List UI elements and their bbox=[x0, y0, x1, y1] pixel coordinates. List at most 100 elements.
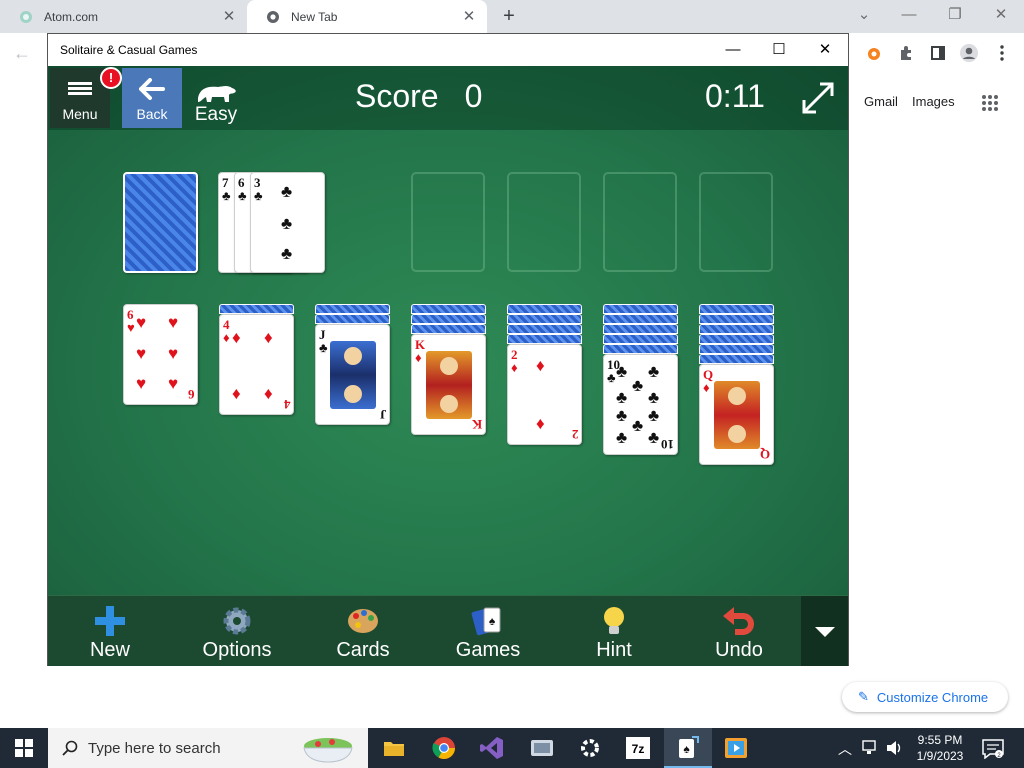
app-close-icon[interactable]: ✕ bbox=[810, 38, 840, 62]
taskbar-search-box[interactable]: Type here to search bbox=[48, 728, 368, 768]
pencil-icon: ✎ bbox=[858, 689, 869, 704]
stock-pile[interactable] bbox=[123, 172, 198, 273]
tableau-card[interactable]: 6 ♥ 6 ♥ ♥ ♥ ♥ ♥ ♥ bbox=[123, 304, 198, 405]
score-label: Score bbox=[355, 78, 439, 114]
tableau-card[interactable]: Q ♦ Q bbox=[699, 364, 774, 465]
card-suit-icon: ♣ bbox=[319, 340, 328, 355]
tray-chevron-up-icon[interactable]: ︿ bbox=[838, 739, 852, 759]
foundation-slot[interactable] bbox=[603, 172, 677, 272]
file-explorer-icon[interactable] bbox=[370, 728, 418, 768]
svg-text:♠: ♠ bbox=[683, 742, 690, 756]
card-suit-icon: ♦ bbox=[415, 350, 422, 365]
extensions-puzzle-icon[interactable] bbox=[895, 42, 917, 64]
facedown-card bbox=[603, 344, 678, 354]
salad-bowl-icon bbox=[303, 738, 353, 763]
network-icon[interactable] bbox=[862, 740, 880, 756]
suit-pip-icon: ♣ bbox=[616, 388, 628, 407]
side-panel-icon[interactable] bbox=[927, 42, 949, 64]
extension-fox-icon[interactable] bbox=[863, 42, 885, 64]
score-value: 0 bbox=[464, 78, 483, 114]
tableau-card[interactable]: 10 ♣ 10 ♣ ♣ ♣ ♣ ♣ ♣ ♣ ♣ ♣ ♣ bbox=[603, 354, 678, 455]
tableau-card[interactable]: 2 ♦ 2 ♦ ♦ bbox=[507, 344, 582, 445]
difficulty-indicator: Easy bbox=[192, 72, 240, 126]
facedown-card bbox=[411, 304, 486, 314]
suit-pip-icon: ♣ bbox=[648, 406, 660, 425]
media-player-icon[interactable] bbox=[712, 728, 760, 768]
card-corner-rank: K bbox=[471, 417, 482, 432]
facedown-card bbox=[411, 314, 486, 324]
clock-time: 9:55 PM bbox=[917, 733, 963, 747]
undo-button[interactable]: Undo bbox=[694, 602, 784, 664]
polar-bear-icon bbox=[198, 86, 236, 102]
browser-back-arrow-icon[interactable]: ← bbox=[10, 41, 34, 65]
gmail-link[interactable]: Gmail bbox=[864, 94, 898, 109]
club-icon: ♣ bbox=[281, 214, 293, 233]
chrome-menu-kebab-icon[interactable] bbox=[991, 42, 1013, 64]
notification-center-icon[interactable]: 2 bbox=[982, 739, 1004, 759]
facedown-card bbox=[411, 324, 486, 334]
app-maximize-icon[interactable]: ☐ bbox=[764, 38, 794, 62]
cards-button[interactable]: Cards bbox=[318, 602, 408, 664]
tableau-card[interactable]: 4 ♦ 4 ♦ ♦ ♦ ♦ bbox=[219, 314, 294, 415]
tab-search-chevron-icon[interactable]: ⌄ bbox=[852, 4, 876, 28]
facedown-card bbox=[219, 304, 294, 314]
games-label: Games bbox=[455, 639, 521, 661]
customize-chrome-button[interactable]: ✎ Customize Chrome bbox=[842, 682, 1008, 712]
games-button[interactable]: ♠ Games bbox=[443, 602, 533, 664]
facedown-card bbox=[699, 354, 774, 364]
7zip-icon[interactable]: 7z bbox=[614, 728, 662, 768]
undo-label: Undo bbox=[715, 639, 763, 661]
images-link[interactable]: Images bbox=[912, 94, 955, 109]
facedown-card bbox=[507, 334, 582, 344]
taskbar-clock[interactable]: 9:55 PM 1/9/2023 bbox=[910, 732, 970, 764]
fullscreen-expand-icon[interactable] bbox=[800, 80, 836, 116]
suit-pip-icon: ♣ bbox=[616, 406, 628, 425]
tab-atom[interactable]: Atom.com ✕ bbox=[0, 0, 247, 33]
solitaire-taskbar-icon[interactable]: ♠ bbox=[664, 728, 712, 768]
tableau-card[interactable]: K ♦ K bbox=[411, 334, 486, 435]
foundation-slot[interactable] bbox=[411, 172, 485, 272]
customize-chrome-label: Customize Chrome bbox=[876, 689, 989, 705]
facedown-card bbox=[315, 314, 390, 324]
chevron-down-icon bbox=[814, 626, 835, 637]
face-card-portrait-icon bbox=[330, 341, 376, 409]
new-game-button[interactable]: New bbox=[65, 602, 155, 664]
suit-pip-icon: ♥ bbox=[136, 344, 147, 363]
options-button[interactable]: Options bbox=[192, 602, 282, 664]
google-apps-grid-icon[interactable] bbox=[981, 94, 999, 112]
paint-palette-icon bbox=[348, 609, 378, 633]
waste-top-card[interactable]: 3 ♣ ♣ ♣ ♣ bbox=[250, 172, 325, 273]
foundation-slot[interactable] bbox=[507, 172, 581, 272]
hamburger-icon bbox=[68, 80, 92, 97]
card-corner-rank: Q bbox=[759, 447, 770, 462]
chrome-favicon-icon bbox=[265, 9, 281, 25]
tableau-card[interactable]: J ♣ J bbox=[315, 324, 390, 425]
suit-pip-icon: ♦ bbox=[536, 356, 545, 375]
profile-avatar-icon[interactable] bbox=[958, 42, 980, 64]
gear-icon bbox=[223, 607, 251, 635]
game-timer: 0:11 bbox=[705, 78, 765, 114]
visual-studio-icon[interactable] bbox=[468, 728, 516, 768]
back-button[interactable]: Back bbox=[122, 68, 182, 128]
suit-pip-icon: ♣ bbox=[632, 416, 644, 435]
volume-icon[interactable] bbox=[886, 740, 904, 756]
browser-minimize-icon[interactable]: — bbox=[897, 4, 921, 28]
close-tab-icon[interactable]: ✕ bbox=[461, 8, 477, 25]
screenshot-tool-icon[interactable] bbox=[518, 728, 566, 768]
card-corner-rank: 6 bbox=[187, 387, 195, 402]
settings-gear-icon[interactable] bbox=[566, 728, 614, 768]
difficulty-label: Easy bbox=[194, 104, 238, 125]
hint-button[interactable]: Hint bbox=[569, 602, 659, 664]
close-tab-icon[interactable]: ✕ bbox=[221, 8, 237, 25]
new-tab-plus-icon[interactable]: + bbox=[498, 6, 520, 28]
chrome-taskbar-icon[interactable] bbox=[420, 728, 468, 768]
card-suit-icon: ♣ bbox=[607, 370, 616, 385]
foundation-slot[interactable] bbox=[699, 172, 773, 272]
more-options-button[interactable] bbox=[801, 596, 848, 666]
lightbulb-icon bbox=[604, 607, 624, 634]
app-minimize-icon[interactable]: — bbox=[718, 38, 748, 62]
start-button[interactable] bbox=[0, 728, 48, 768]
browser-restore-icon[interactable]: ❐ bbox=[943, 4, 967, 28]
browser-close-icon[interactable]: ✕ bbox=[989, 4, 1013, 28]
tab-new-tab[interactable]: New Tab ✕ bbox=[247, 0, 487, 33]
